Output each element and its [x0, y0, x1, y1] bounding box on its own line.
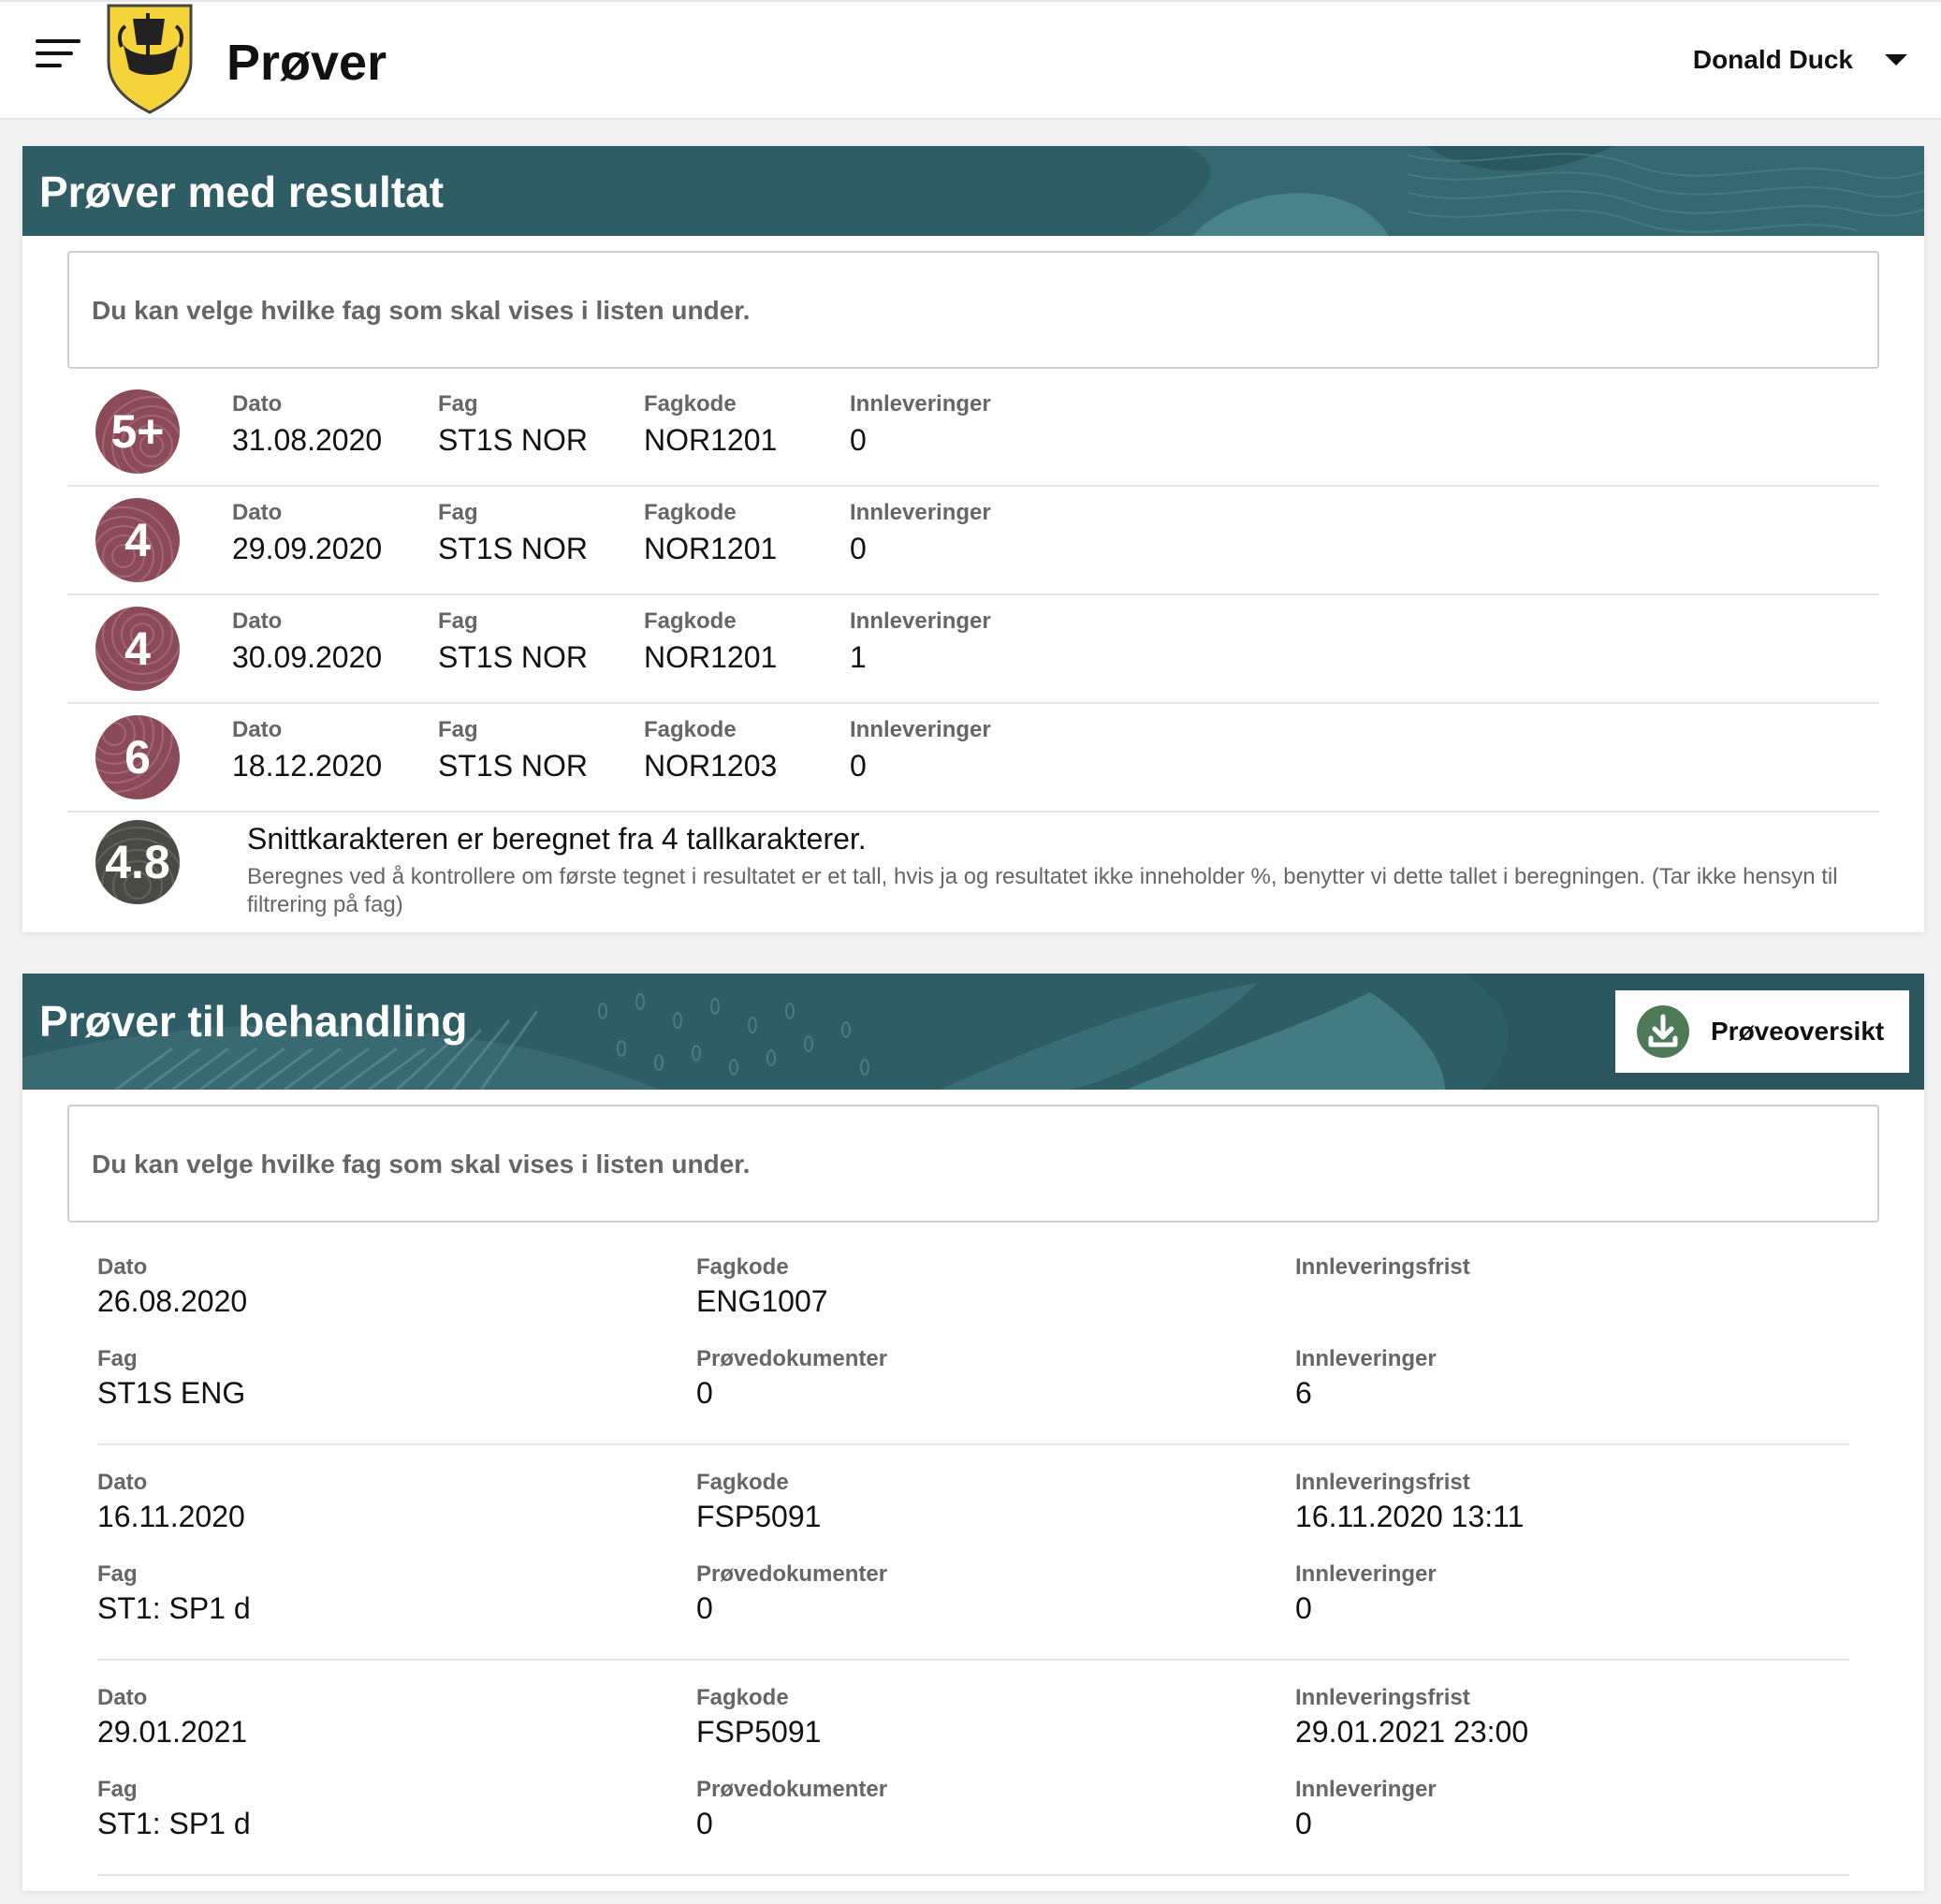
subject-cell: Fag ST1S NOR	[438, 391, 589, 457]
grade-value: 4	[124, 622, 151, 675]
pending-row[interactable]: Dato 26.08.2020 Fagkode ENG1007 Innleverin…	[97, 1230, 1849, 1445]
test-overview-button[interactable]: Prøveoversikt	[1615, 990, 1909, 1073]
average-grade-row: 4.8 Snittkarakteren er beregnet fra 4 ta…	[67, 809, 1879, 921]
date-cell: Dato 18.12.2020	[232, 717, 383, 783]
average-grade-badge: 4.8	[95, 820, 180, 904]
date-cell: Dato 16.11.2020	[97, 1470, 245, 1533]
chevron-down-icon	[1885, 54, 1907, 66]
pending-row[interactable]: Dato 29.01.2021 Fagkode FSP5091 Innleverin…	[97, 1661, 1849, 1876]
result-row[interactable]: 6 Dato 18.12.2020 Fag ST1S NOR Fagkode NOR1…	[67, 704, 1879, 813]
filter-hint: Du kan velge hvilke fag som skal vises i…	[92, 1150, 751, 1179]
submissions-cell: Innleveringer 1	[850, 608, 991, 674]
pending-subject-filter[interactable]: Du kan velge hvilke fag som skal vises i…	[67, 1105, 1879, 1223]
code-cell: Fagkode NOR1201	[644, 608, 778, 674]
filter-hint: Du kan velge hvilke fag som skal vises i…	[92, 296, 751, 325]
code-cell: Fagkode NOR1201	[644, 391, 778, 457]
result-row[interactable]: 5+ Dato 31.08.2020 Fag ST1S NOR Fagkode NOR…	[67, 378, 1879, 487]
submissions-cell: Innleveringer 0	[1295, 1561, 1437, 1625]
submissions-cell: Innleveringer 0	[850, 391, 991, 457]
hamburger-menu-icon[interactable]	[36, 37, 80, 69]
submissions-cell: Innleveringer 0	[850, 500, 991, 565]
pending-card: Prøver til behandling Prøveoversikt Du k…	[22, 974, 1924, 1891]
download-icon	[1637, 1005, 1689, 1058]
page-title: Prøver	[226, 35, 387, 91]
submissions-cell: Innleveringer 0	[1295, 1777, 1437, 1840]
pending-title: Prøver til behandling	[39, 997, 468, 1046]
grade-badge: 6	[95, 715, 180, 799]
average-grade-value: 4.8	[105, 836, 170, 888]
code-cell: Fagkode FSP5091	[696, 1470, 822, 1533]
pending-row[interactable]: Dato 16.11.2020 Fagkode FSP5091 Innleverin…	[97, 1445, 1849, 1661]
user-name: Donald Duck	[1692, 45, 1853, 74]
deadline-cell: Innleveringsfrist 29.01.2021 23:00	[1295, 1685, 1529, 1749]
code-cell: Fagkode FSP5091	[696, 1685, 822, 1749]
grade-badge: 4	[95, 607, 180, 691]
code-cell: Fagkode NOR1203	[644, 717, 778, 783]
results-subject-filter[interactable]: Du kan velge hvilke fag som skal vises i…	[67, 251, 1879, 369]
deadline-cell: Innleveringsfrist	[1295, 1254, 1470, 1280]
documents-cell: Prøvedokumenter 0	[696, 1346, 888, 1410]
date-cell: Dato 31.08.2020	[232, 391, 383, 457]
test-overview-label: Prøveoversikt	[1711, 1017, 1885, 1046]
subject-cell: Fag ST1S NOR	[438, 717, 589, 783]
subject-cell: Fag ST1S NOR	[438, 608, 589, 674]
county-shield-logo[interactable]	[105, 4, 195, 114]
grade-value: 4	[124, 514, 151, 566]
subject-cell: Fag ST1: SP1 d	[97, 1561, 251, 1625]
user-menu[interactable]: Donald Duck	[1693, 45, 1907, 75]
result-row[interactable]: 4 Dato 30.09.2020 Fag ST1S NOR Fagkode NOR1…	[67, 595, 1879, 704]
result-row[interactable]: 4 Dato 29.09.2020 Fag ST1S NOR Fagkode NOR1…	[67, 487, 1879, 595]
date-cell: Dato 30.09.2020	[232, 608, 383, 674]
subject-cell: Fag ST1S ENG	[97, 1346, 246, 1410]
subject-cell: Fag ST1S NOR	[438, 500, 589, 565]
grade-badge: 5+	[95, 389, 180, 474]
date-cell: Dato 29.09.2020	[232, 500, 383, 565]
code-cell: Fagkode NOR1201	[644, 500, 778, 565]
top-bar: Prøver Donald Duck	[0, 0, 1941, 120]
code-cell: Fagkode ENG1007	[696, 1254, 828, 1318]
results-header: Prøver med resultat	[22, 146, 1924, 236]
documents-cell: Prøvedokumenter 0	[696, 1561, 888, 1625]
grade-value: 5+	[110, 405, 165, 458]
results-card: Prøver med resultat Du kan velge hvilke …	[22, 146, 1924, 932]
results-title: Prøver med resultat	[39, 168, 445, 216]
date-cell: Dato 26.08.2020	[97, 1254, 248, 1318]
average-description: Beregnes ved å kontrollere om første teg…	[247, 864, 1838, 917]
grade-badge: 4	[95, 498, 180, 582]
date-cell: Dato 29.01.2021	[97, 1685, 248, 1749]
pending-header: Prøver til behandling Prøveoversikt	[22, 974, 1924, 1090]
subject-cell: Fag ST1: SP1 d	[97, 1777, 251, 1840]
submissions-cell: Innleveringer 6	[1295, 1346, 1437, 1410]
documents-cell: Prøvedokumenter 0	[696, 1777, 888, 1840]
average-title: Snittkarakteren er beregnet fra 4 tallka…	[247, 822, 867, 856]
grade-value: 6	[124, 731, 151, 784]
submissions-cell: Innleveringer 0	[850, 717, 991, 783]
deadline-cell: Innleveringsfrist 16.11.2020 13:11	[1295, 1470, 1525, 1533]
